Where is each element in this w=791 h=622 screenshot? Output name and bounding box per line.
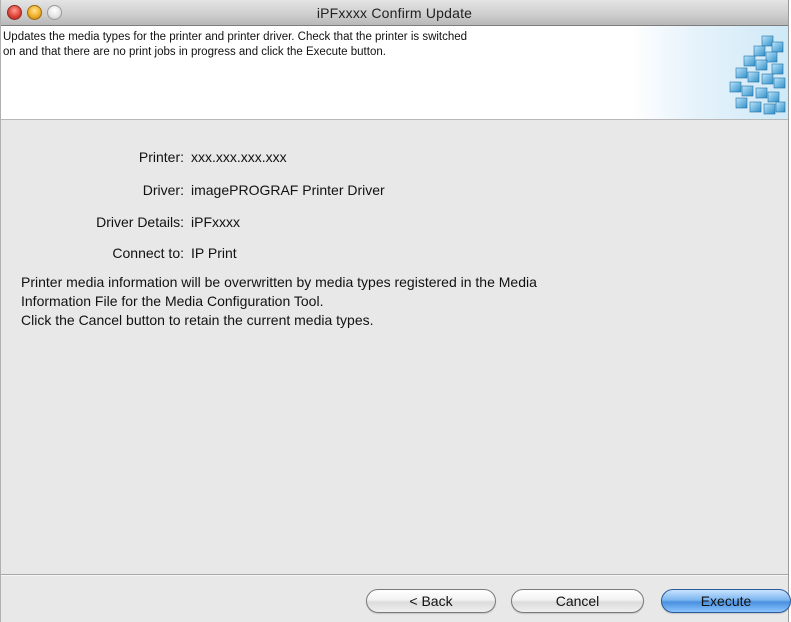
header-description-line: Updates the media types for the printer … xyxy=(3,31,468,43)
media-cubes-icon xyxy=(729,35,786,115)
info-row-connect-to: Connect to: IP Print xyxy=(1,244,788,262)
back-button[interactable]: < Back xyxy=(366,589,496,613)
printer-value: xxx.xxx.xxx.xxx xyxy=(191,149,287,165)
message-line: Information File for the Media Configura… xyxy=(21,293,324,309)
info-row-driver-details: Driver Details: iPFxxxx xyxy=(1,213,788,231)
driver-details-value: iPFxxxx xyxy=(191,214,240,230)
footer-separator xyxy=(1,574,788,576)
window-title: iPFxxxx Confirm Update xyxy=(316,5,473,21)
driver-value: imagePROGRAF Printer Driver xyxy=(191,182,385,198)
overwrite-warning-message: Printer media information will be overwr… xyxy=(21,273,761,330)
confirm-update-window: iPFxxxx Confirm Update Updates the media… xyxy=(0,0,791,622)
message-line: Printer media information will be overwr… xyxy=(21,274,537,290)
info-row-printer: Printer: xxx.xxx.xxx.xxx xyxy=(1,148,788,166)
title-bar[interactable]: iPFxxxx Confirm Update xyxy=(1,0,788,26)
driver-details-label: Driver Details: xyxy=(96,214,184,230)
header-banner: Updates the media types for the printer … xyxy=(1,26,788,120)
cancel-button[interactable]: Cancel xyxy=(511,589,644,613)
header-description: Updates the media types for the printer … xyxy=(3,30,633,60)
driver-label: Driver: xyxy=(142,182,184,198)
message-line: Click the Cancel button to retain the cu… xyxy=(21,312,374,328)
connect-to-value: IP Print xyxy=(191,245,237,261)
header-description-line: on and that there are no print jobs in p… xyxy=(3,46,386,58)
printer-label: Printer: xyxy=(138,149,184,165)
info-row-driver: Driver: imagePROGRAF Printer Driver xyxy=(1,181,788,199)
connect-to-label: Connect to: xyxy=(112,245,184,261)
execute-button[interactable]: Execute xyxy=(661,589,791,613)
